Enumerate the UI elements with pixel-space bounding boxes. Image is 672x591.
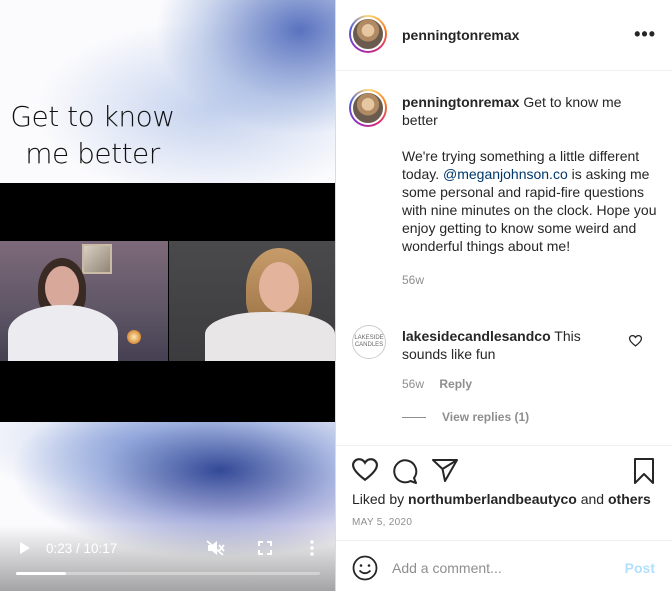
mention-link[interactable]: @meganjohnson.co xyxy=(443,166,568,182)
fullscreen-icon[interactable] xyxy=(255,539,275,557)
person-right-body xyxy=(205,312,335,361)
caption-username[interactable]: penningtonremax xyxy=(402,94,519,110)
video-call-divider xyxy=(168,241,169,361)
liked-by: Liked by northumberlandbeautyco and othe… xyxy=(352,491,651,507)
liked-by-others[interactable]: others xyxy=(608,491,651,507)
comment-avatar-logo: LAKESIDE CANDLES xyxy=(354,335,384,348)
overlay-line-1: Get to know xyxy=(10,100,175,133)
bookmark-icon[interactable] xyxy=(633,458,659,484)
video-progress-bar[interactable] xyxy=(16,572,320,575)
post-date[interactable]: MAY 5, 2020 xyxy=(352,517,412,528)
vertical-dots-icon[interactable] xyxy=(302,539,322,557)
muted-speaker-icon[interactable] xyxy=(205,539,227,557)
view-replies-button[interactable]: View replies (1) xyxy=(402,410,529,424)
video-letterbox-bottom xyxy=(0,361,335,422)
overlay-line-2: me better xyxy=(25,137,160,170)
video-controls-bar xyxy=(0,525,335,591)
comment: lakesidecandlesandco This sounds like fu… xyxy=(402,327,628,363)
avatar-image xyxy=(351,91,385,125)
person-right-face xyxy=(259,262,299,312)
comment-username[interactable]: lakesidecandlesandco xyxy=(402,328,551,344)
video-letterbox-top xyxy=(0,183,335,241)
replies-line xyxy=(402,416,426,418)
view-replies-label: View replies (1) xyxy=(442,410,530,424)
avatar-image xyxy=(351,17,385,51)
comment-icon[interactable] xyxy=(392,458,418,484)
post-button[interactable]: Post xyxy=(625,560,655,576)
candle-light xyxy=(127,330,141,344)
liked-by-mid: and xyxy=(576,491,608,507)
more-options-icon[interactable]: ••• xyxy=(634,24,656,45)
share-icon[interactable] xyxy=(432,458,458,484)
play-icon[interactable] xyxy=(14,539,36,557)
comment-meta: 56w Reply xyxy=(402,377,472,391)
avatar[interactable] xyxy=(349,15,387,53)
comment-avatar[interactable]: LAKESIDE CANDLES xyxy=(352,325,386,359)
person-left-body xyxy=(8,305,118,361)
liked-by-user[interactable]: northumberlandbeautyco xyxy=(408,491,577,507)
emoji-icon[interactable] xyxy=(352,555,378,581)
comment-input[interactable]: Add a comment... xyxy=(392,560,612,576)
caption-avatar[interactable] xyxy=(349,89,387,127)
post-panel: penningtonremax ••• penningtonremax Get … xyxy=(336,0,672,591)
heart-icon[interactable] xyxy=(351,458,379,484)
caption-timestamp[interactable]: 56w xyxy=(402,271,658,289)
comment-timestamp[interactable]: 56w xyxy=(402,377,424,391)
video-progress-fill xyxy=(16,572,66,575)
wall-picture xyxy=(82,244,112,274)
person-left-face xyxy=(45,266,79,310)
header-username[interactable]: penningtonremax xyxy=(402,27,519,43)
video-time: 0:23 / 10:17 xyxy=(46,541,118,556)
video-player[interactable]: Get to know me better 0:23 / 10:17 xyxy=(0,0,336,591)
post-caption: penningtonremax Get to know me better We… xyxy=(402,93,658,289)
liked-by-prefix: Liked by xyxy=(352,491,409,507)
video-overlay-title: Get to know me better xyxy=(0,98,185,172)
reply-button[interactable]: Reply xyxy=(439,377,472,391)
comment-like-icon[interactable] xyxy=(628,334,643,348)
